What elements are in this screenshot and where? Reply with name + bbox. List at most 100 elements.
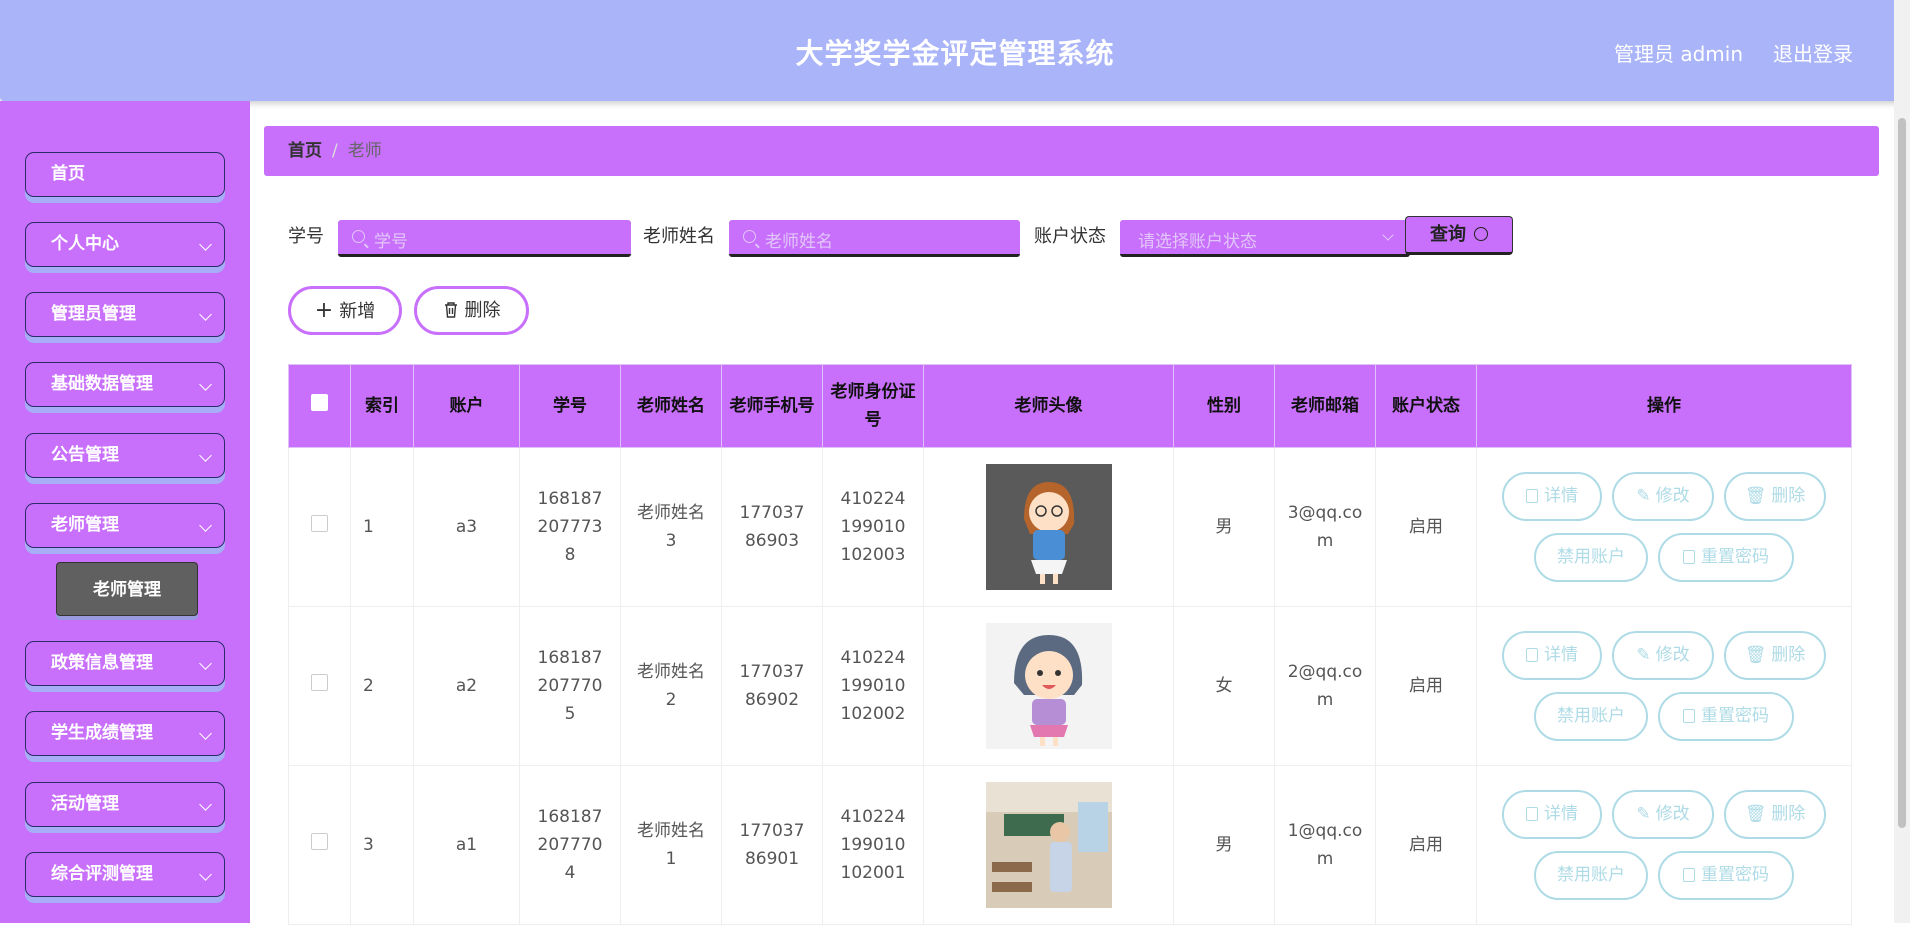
document-icon bbox=[1683, 709, 1695, 723]
pencil-icon: ✎ bbox=[1636, 486, 1651, 506]
reset-password-button[interactable]: 重置密码 bbox=[1658, 692, 1794, 741]
table-row: 2 a2 1681872077705 老师姓名2 17703786902 410… bbox=[288, 606, 1852, 766]
row-checkbox-cell[interactable] bbox=[288, 765, 351, 925]
sidebar-item-label: 管理员管理 bbox=[51, 304, 136, 324]
detail-label: 详情 bbox=[1544, 645, 1578, 665]
reset-password-button[interactable]: 重置密码 bbox=[1658, 533, 1794, 582]
detail-label: 详情 bbox=[1544, 486, 1578, 506]
column-header: 账户 bbox=[413, 364, 520, 448]
query-button[interactable]: 查询 bbox=[1405, 216, 1513, 255]
add-button[interactable]: + 新增 bbox=[288, 286, 402, 335]
row-delete-button[interactable]: 🗑 删除 bbox=[1724, 790, 1826, 839]
disable-account-button[interactable]: 禁用账户 bbox=[1534, 533, 1648, 582]
reset-password-button[interactable]: 重置密码 bbox=[1658, 851, 1794, 900]
column-header: 性别 bbox=[1173, 364, 1275, 448]
document-icon bbox=[1526, 807, 1538, 821]
submenu-item-teacher-management[interactable]: 老师管理 bbox=[56, 562, 198, 616]
row-checkbox[interactable] bbox=[311, 833, 328, 850]
chevron-down-icon bbox=[199, 868, 212, 881]
breadcrumb-current: 老师 bbox=[347, 141, 382, 161]
student-no-text: 1681872077704 bbox=[537, 807, 603, 883]
column-header: 学号 bbox=[519, 364, 621, 448]
row-checkbox[interactable] bbox=[311, 515, 328, 532]
sidebar-item-evaluation[interactable]: 综合评测管理 bbox=[25, 852, 225, 897]
cell-email: 3@qq.com bbox=[1274, 447, 1376, 607]
cell-gender: 女 bbox=[1173, 606, 1275, 766]
pencil-icon: ✎ bbox=[1636, 645, 1651, 665]
vertical-scrollbar[interactable] bbox=[1894, 0, 1910, 923]
chevron-down-icon bbox=[1382, 229, 1394, 241]
student-no-placeholder: 学号 bbox=[374, 232, 408, 252]
disable-account-button[interactable]: 禁用账户 bbox=[1534, 851, 1648, 900]
sidebar-item-label: 活动管理 bbox=[51, 794, 119, 814]
cell-index: 1 bbox=[350, 447, 414, 607]
student-no-text: 1681872077705 bbox=[537, 648, 603, 724]
scrollbar-thumb[interactable] bbox=[1898, 118, 1906, 828]
sidebar-item-label: 个人中心 bbox=[51, 234, 119, 254]
table-row: 3 a1 1681872077704 老师姓名1 17703786901 410… bbox=[288, 765, 1852, 925]
sidebar-item-label: 老师管理 bbox=[51, 515, 119, 535]
cell-id-card: 410224199010102002 bbox=[822, 606, 924, 766]
detail-button[interactable]: 详情 bbox=[1502, 631, 1602, 680]
cell-account: a2 bbox=[413, 606, 520, 766]
sidebar-item-home[interactable]: 首页 bbox=[25, 152, 225, 197]
cell-name: 老师姓名2 bbox=[620, 606, 722, 766]
logout-link[interactable]: 退出登录 bbox=[1773, 38, 1853, 67]
sidebar-item-personal-center[interactable]: 个人中心 bbox=[25, 222, 225, 267]
sidebar-item-policy[interactable]: 政策信息管理 bbox=[25, 641, 225, 686]
email-text: 1@qq.com bbox=[1287, 821, 1363, 869]
sidebar-item-admin[interactable]: 管理员管理 bbox=[25, 292, 225, 337]
sidebar-item-grades[interactable]: 学生成绩管理 bbox=[25, 711, 225, 756]
sidebar-item-activity[interactable]: 活动管理 bbox=[25, 782, 225, 827]
edit-button[interactable]: ✎ 修改 bbox=[1612, 790, 1714, 839]
detail-button[interactable]: 详情 bbox=[1502, 472, 1602, 521]
select-all-header[interactable] bbox=[288, 364, 351, 448]
disable-label: 禁用账户 bbox=[1557, 865, 1625, 885]
plus-icon: + bbox=[314, 298, 334, 323]
column-header: 操作 bbox=[1476, 364, 1852, 448]
cell-id-card: 410224199010102001 bbox=[822, 765, 924, 925]
select-all-checkbox[interactable] bbox=[311, 394, 328, 411]
sidebar-item-basic-data[interactable]: 基础数据管理 bbox=[25, 362, 225, 407]
cell-email: 2@qq.com bbox=[1274, 606, 1376, 766]
sidebar-item-label: 基础数据管理 bbox=[51, 374, 153, 394]
column-header: 老师姓名 bbox=[620, 364, 722, 448]
chevron-down-icon bbox=[199, 519, 212, 532]
cell-phone: 17703786903 bbox=[721, 447, 823, 607]
trash-icon bbox=[444, 302, 457, 318]
sidebar: 首页 个人中心 管理员管理 基础数据管理 公告管理 老师管理 老师管理 政策信息… bbox=[0, 101, 250, 923]
sidebar-item-label: 公告管理 bbox=[51, 445, 119, 465]
chevron-down-icon bbox=[199, 378, 212, 391]
detail-button[interactable]: 详情 bbox=[1502, 790, 1602, 839]
edit-button[interactable]: ✎ 修改 bbox=[1612, 472, 1714, 521]
cell-status: 启用 bbox=[1375, 765, 1477, 925]
sidebar-item-label: 政策信息管理 bbox=[51, 653, 153, 673]
cell-account: a1 bbox=[413, 765, 520, 925]
cell-gender: 男 bbox=[1173, 447, 1275, 607]
teacher-name-input[interactable]: 老师姓名 bbox=[729, 220, 1020, 257]
email-text: 2@qq.com bbox=[1287, 662, 1363, 710]
column-header: 账户状态 bbox=[1375, 364, 1477, 448]
edit-button[interactable]: ✎ 修改 bbox=[1612, 631, 1714, 680]
row-checkbox-cell[interactable] bbox=[288, 606, 351, 766]
id-card-text: 410224199010102001 bbox=[840, 807, 906, 883]
disable-account-button[interactable]: 禁用账户 bbox=[1534, 692, 1648, 741]
row-checkbox-cell[interactable] bbox=[288, 447, 351, 607]
delete-button[interactable]: 删除 bbox=[414, 286, 529, 335]
row-delete-button[interactable]: 🗑 删除 bbox=[1724, 472, 1826, 521]
cell-index: 3 bbox=[350, 765, 414, 925]
document-icon bbox=[1683, 868, 1695, 882]
row-delete-button[interactable]: 🗑 删除 bbox=[1724, 631, 1826, 680]
cell-name: 老师姓名1 bbox=[620, 765, 722, 925]
status-select[interactable]: 请选择账户状态 bbox=[1120, 220, 1410, 257]
row-checkbox[interactable] bbox=[311, 674, 328, 691]
current-user: 管理员 admin bbox=[1613, 42, 1743, 66]
status-placeholder: 请选择账户状态 bbox=[1138, 232, 1257, 252]
cell-student-no: 1681872077738 bbox=[519, 447, 621, 607]
sidebar-item-label: 学生成绩管理 bbox=[51, 723, 153, 743]
sidebar-item-teacher[interactable]: 老师管理 bbox=[25, 503, 225, 548]
student-no-input[interactable]: 学号 bbox=[338, 220, 631, 257]
breadcrumb-home[interactable]: 首页 bbox=[288, 141, 322, 161]
sidebar-item-notice[interactable]: 公告管理 bbox=[25, 433, 225, 478]
teacher-avatar-image bbox=[985, 464, 1112, 590]
